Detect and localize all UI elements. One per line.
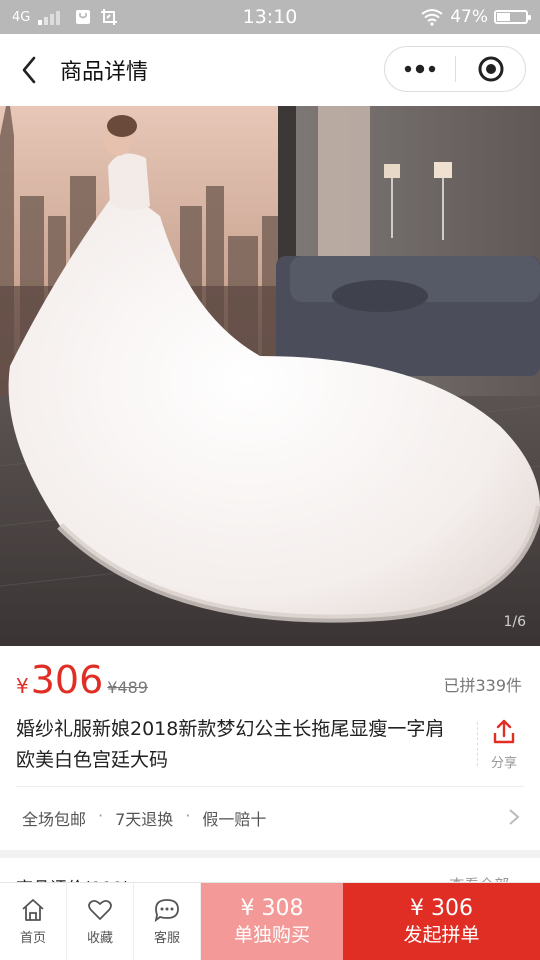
- product-image-carousel[interactable]: 1/6: [0, 106, 540, 646]
- feature-fake-compensation: 假一赔十: [202, 810, 267, 829]
- buy-alone-button[interactable]: ¥ 308 单独购买: [201, 883, 343, 960]
- more-dots-icon: [404, 64, 436, 74]
- buy-alone-label: 单独购买: [233, 923, 310, 946]
- currency-symbol: ¥: [16, 674, 29, 698]
- current-price: 306: [30, 658, 104, 702]
- battery-fill: [497, 13, 510, 21]
- group-buy-label: 发起拼单: [403, 923, 480, 946]
- battery-percent: 47%: [450, 7, 488, 27]
- start-group-buy-button[interactable]: ¥ 306 发起拼单: [343, 883, 540, 960]
- heart-icon: [88, 899, 112, 920]
- image-counter: 1/6: [503, 614, 526, 630]
- feature-separator: ·: [98, 806, 104, 825]
- favorite-tab[interactable]: 收藏: [67, 883, 134, 960]
- more-button[interactable]: [385, 47, 455, 91]
- price-block: ¥ 306 ¥489: [16, 660, 148, 700]
- feature-separator: ·: [185, 806, 191, 825]
- status-right: 47%: [420, 7, 531, 27]
- mini-program-capsule: [384, 46, 526, 92]
- battery-icon: [494, 10, 531, 24]
- target-close-icon: [478, 56, 503, 82]
- wedding-dress-photo: [0, 106, 540, 646]
- bottom-action-bar: 首页 收藏 客服 ¥ 308 单独购买 ¥ 306 发起拼单: [0, 882, 540, 960]
- home-icon: [22, 899, 44, 921]
- share-button[interactable]: 分享: [482, 718, 526, 774]
- share-label: 分享: [490, 756, 517, 771]
- back-button[interactable]: [16, 54, 44, 86]
- chevron-left-icon: [22, 56, 36, 84]
- product-title: 婚纱礼服新娘2018新款梦幻公主长拖尾显瘦一字肩欧美白色宫廷大码: [16, 718, 445, 771]
- share-icon: [493, 719, 515, 744]
- close-mini-program-button[interactable]: [456, 47, 525, 91]
- feature-7day-return: 7天退换: [115, 810, 174, 829]
- card-divider: [16, 786, 524, 787]
- product-info-card: ¥ 306 ¥489 已拼339件 婚纱礼服新娘2018新款梦幻公主长拖尾显瘦一…: [0, 646, 540, 850]
- original-price: ¥489: [107, 678, 148, 697]
- feature-free-shipping: 全场包邮: [22, 810, 87, 829]
- favorite-label: 收藏: [86, 931, 113, 946]
- home-tab[interactable]: 首页: [0, 883, 67, 960]
- buy-alone-price: ¥ 308: [240, 895, 304, 921]
- group-buy-price: ¥ 306: [410, 895, 473, 921]
- wifi-icon: [421, 9, 443, 26]
- service-label: 客服: [153, 931, 180, 946]
- service-features[interactable]: 全场包邮 · 7天退换 · 假一赔十: [22, 806, 266, 830]
- nav-bar: 商品详情: [0, 34, 540, 106]
- page-title: 商品详情: [60, 60, 149, 85]
- customer-service-tab[interactable]: 客服: [134, 883, 201, 960]
- chevron-right-icon[interactable]: [508, 808, 520, 826]
- status-bar: 4G 13:10 47%: [0, 0, 540, 34]
- home-label: 首页: [19, 931, 46, 946]
- grouped-count: 已拼339件: [443, 676, 522, 695]
- share-divider: [477, 722, 478, 766]
- chat-bubble-icon: [154, 899, 179, 923]
